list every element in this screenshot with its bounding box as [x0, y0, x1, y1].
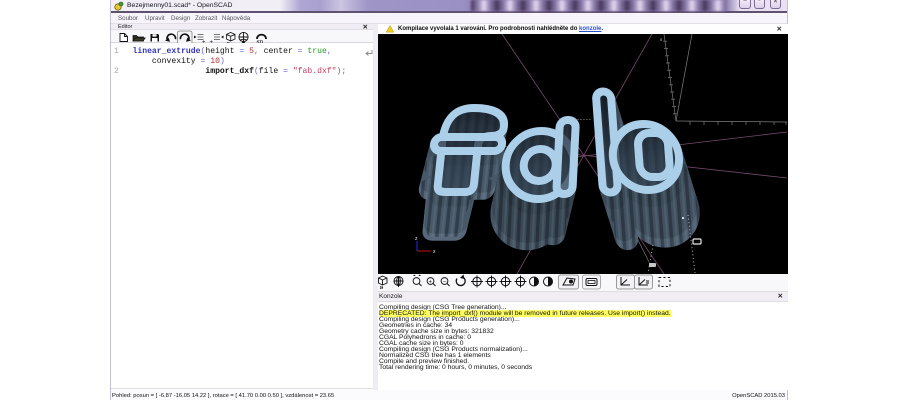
- svg-text:+: +: [429, 280, 433, 286]
- svg-text:»: »: [380, 285, 384, 292]
